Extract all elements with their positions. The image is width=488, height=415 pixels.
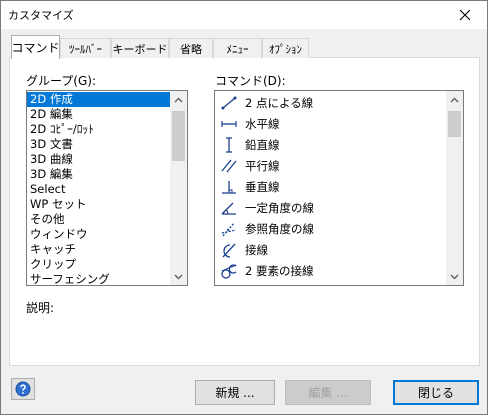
constant-angle-line-icon (219, 199, 239, 217)
two-point-line-icon (219, 94, 239, 112)
group-item-3d-document[interactable]: 3D 文書 (27, 137, 170, 152)
group-item-catch[interactable]: キャッチ (27, 242, 170, 257)
command-item-two-point-line[interactable]: 2 点による線 (215, 92, 446, 113)
group-item-window[interactable]: ウィンドウ (27, 227, 170, 242)
new-button[interactable]: 新規 ... (195, 380, 275, 405)
help-icon (15, 381, 31, 397)
two-element-tangent-icon (219, 262, 239, 280)
group-item-2d-create[interactable]: 2D 作成 (27, 92, 170, 107)
tab-options[interactable]: ｵﾌﾟｼｮﾝ (262, 38, 309, 58)
group-listbox[interactable]: 2D 作成 2D 編集 2D ｺﾋﾟｰ/ﾛｯﾄ 3D 文書 3D 曲線 3D 編… (26, 90, 188, 286)
title-bar: カスタマイズ (1, 1, 487, 29)
tab-toolbar[interactable]: ﾂｰﾙﾊﾞｰ (60, 38, 111, 58)
scroll-down-button[interactable] (170, 268, 187, 285)
chevron-up-icon (174, 97, 183, 102)
group-item-2d-copy[interactable]: 2D ｺﾋﾟｰ/ﾛｯﾄ (27, 122, 170, 137)
command-item-horizontal-line[interactable]: 水平線 (215, 113, 446, 134)
scroll-up-button[interactable] (446, 91, 463, 108)
parallel-line-icon (219, 157, 239, 175)
group-label: グループ(G): (26, 74, 96, 88)
window-title: カスタマイズ (8, 9, 74, 22)
command-item-two-element-tangent[interactable]: 2 要素の接線 (215, 260, 446, 281)
group-item-surfacing[interactable]: サーフェシング (27, 272, 170, 285)
command-item-reference-angle-line[interactable]: 参照角度の線 (215, 218, 446, 239)
horizontal-line-icon (219, 115, 239, 133)
command-item-vertical-line[interactable]: 鉛直線 (215, 134, 446, 155)
group-scrollbar[interactable] (170, 91, 187, 285)
group-item-other[interactable]: その他 (27, 212, 170, 227)
command-item-tangent-line[interactable]: 接線 (215, 239, 446, 260)
command-item-parallel-line[interactable]: 平行線 (215, 155, 446, 176)
scroll-thumb[interactable] (172, 111, 185, 161)
tangent-line-icon (219, 241, 239, 259)
command-list-items: 2 点による線 水平線 鉛直線 平行線 垂直線 一定角度の線 参照角度の線 接線… (215, 92, 446, 281)
close-button[interactable]: 閉じる (393, 380, 479, 405)
tab-abbreviation[interactable]: 省略 (169, 38, 213, 58)
chevron-down-icon (174, 274, 183, 279)
vertical-line-icon (219, 136, 239, 154)
tab-keyboard[interactable]: キーボード (111, 38, 169, 58)
command-listbox[interactable]: 2 点による線 水平線 鉛直線 平行線 垂直線 一定角度の線 参照角度の線 接線… (214, 90, 464, 286)
reference-angle-line-icon (219, 220, 239, 238)
chevron-up-icon (450, 97, 459, 102)
group-item-select[interactable]: Select (27, 182, 170, 197)
close-icon (459, 9, 471, 21)
description-label: 説明: (26, 301, 55, 315)
tab-command[interactable]: コマンド (11, 35, 60, 59)
chevron-down-icon (450, 274, 459, 279)
help-button[interactable] (11, 378, 35, 400)
group-list-items: 2D 作成 2D 編集 2D ｺﾋﾟｰ/ﾛｯﾄ 3D 文書 3D 曲線 3D 編… (27, 92, 170, 285)
command-label: コマンド(D): (215, 74, 286, 88)
scroll-up-button[interactable] (170, 91, 187, 108)
scroll-down-button[interactable] (446, 268, 463, 285)
command-item-constant-angle-line[interactable]: 一定角度の線 (215, 197, 446, 218)
command-item-perpendicular-line[interactable]: 垂直線 (215, 176, 446, 197)
group-item-3d-edit[interactable]: 3D 編集 (27, 167, 170, 182)
command-scrollbar[interactable] (446, 91, 463, 285)
scroll-thumb[interactable] (448, 111, 461, 137)
group-item-clip[interactable]: クリップ (27, 257, 170, 272)
customize-dialog: カスタマイズ コマンド ﾂｰﾙﾊﾞｰ キーボード 省略 ﾒﾆｭｰ ｵﾌﾟｼｮﾝ … (0, 0, 488, 415)
tab-menu[interactable]: ﾒﾆｭｰ (213, 38, 262, 58)
group-item-3d-curve[interactable]: 3D 曲線 (27, 152, 170, 167)
group-item-wp-set[interactable]: WP セット (27, 197, 170, 212)
group-item-2d-edit[interactable]: 2D 編集 (27, 107, 170, 122)
close-window-button[interactable] (443, 1, 487, 29)
edit-button[interactable]: 編集 ... (285, 380, 371, 405)
perpendicular-line-icon (219, 178, 239, 196)
